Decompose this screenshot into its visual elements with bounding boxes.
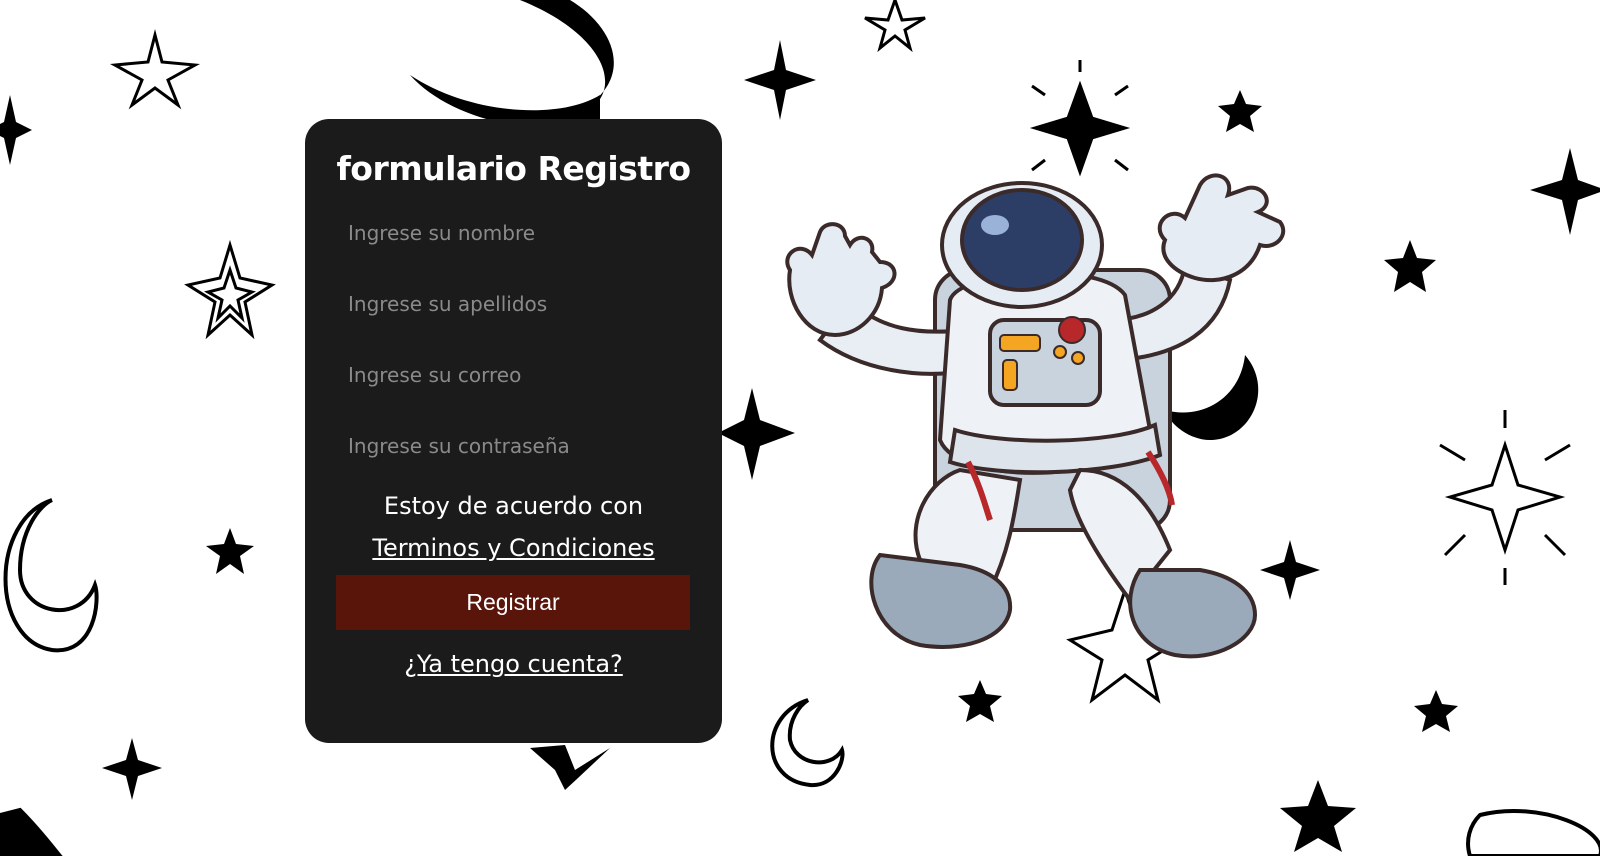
star-icon <box>530 745 610 790</box>
star-icon <box>718 388 795 480</box>
space-background <box>0 0 1600 856</box>
crescent-moon-icon <box>1165 355 1259 440</box>
crescent-moon-icon <box>1466 809 1600 856</box>
first-name-field[interactable] <box>336 209 691 258</box>
star-icon <box>1414 690 1458 732</box>
crescent-moon-icon <box>770 698 845 788</box>
crescent-moon-icon <box>0 807 63 856</box>
login-row: ¿Ya tengo cuenta? <box>336 650 691 678</box>
star-icon <box>102 738 162 800</box>
crescent-moon-icon <box>410 0 614 128</box>
login-link[interactable]: ¿Ya tengo cuenta? <box>404 650 623 678</box>
star-icon <box>744 40 816 120</box>
password-field[interactable] <box>336 422 691 471</box>
terms-agreement: Estoy de acuerdo con Terminos y Condicio… <box>336 485 691 569</box>
star-icon <box>0 95 32 165</box>
star-outline-icon <box>110 29 200 110</box>
terms-text: Estoy de acuerdo con <box>383 492 644 521</box>
burst-star-icon <box>184 239 276 340</box>
star-icon <box>1280 780 1356 852</box>
star-icon <box>958 680 1002 722</box>
email-field[interactable] <box>336 351 691 400</box>
star-icon <box>1218 90 1262 132</box>
star-icon <box>1384 240 1436 292</box>
registration-form: formulario Registro Estoy de acuerdo con… <box>305 119 722 743</box>
burst-star-icon <box>1029 60 1131 177</box>
form-title: formulario Registro <box>336 149 691 188</box>
terms-link[interactable]: Terminos y Condiciones <box>372 534 654 562</box>
star-outline-icon <box>864 0 926 53</box>
last-name-field[interactable] <box>336 280 691 329</box>
star-icon <box>1260 540 1320 600</box>
star-icon <box>1530 148 1600 235</box>
star-icon <box>206 528 254 574</box>
crescent-moon-icon <box>3 498 99 653</box>
register-button[interactable]: Registrar <box>336 575 690 631</box>
burst-star-icon <box>1439 410 1571 585</box>
